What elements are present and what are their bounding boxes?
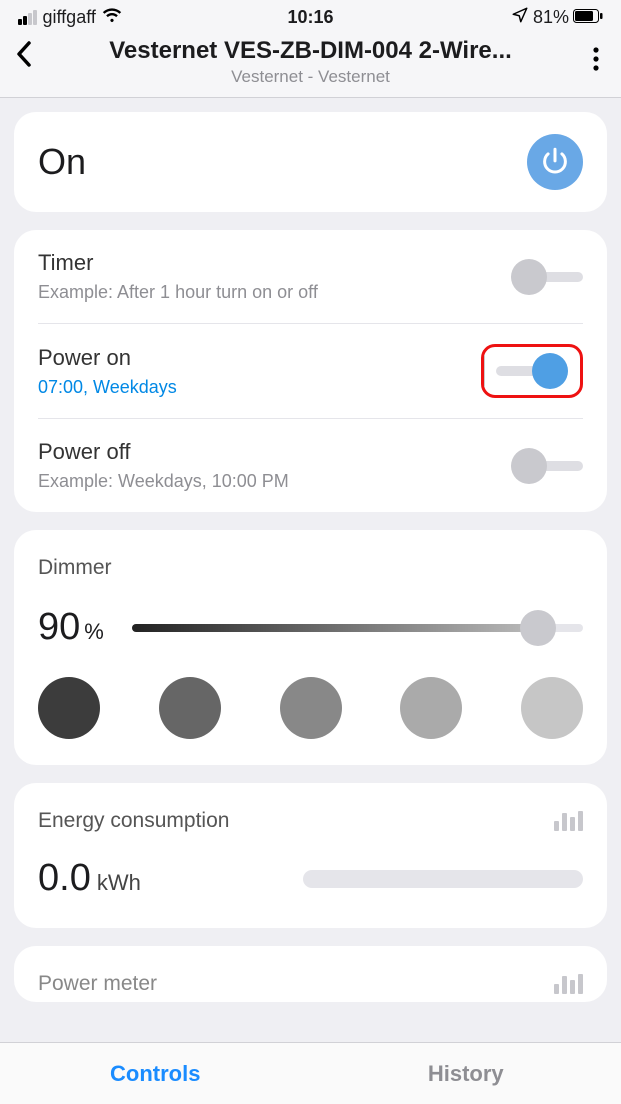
power-off-row[interactable]: Power off Example: Weekdays, 10:00 PM [38,419,583,512]
chart-icon[interactable] [554,811,583,831]
tab-controls[interactable]: Controls [0,1043,311,1104]
carrier-label: giffgaff [43,7,96,28]
power-off-subtitle: Example: Weekdays, 10:00 PM [38,471,289,492]
clock-label: 10:16 [287,7,333,28]
power-off-toggle[interactable] [511,448,583,484]
shade-5[interactable] [521,677,583,739]
back-button[interactable] [14,39,34,74]
power-on-toggle[interactable] [496,353,568,389]
shade-3[interactable] [280,677,342,739]
tab-bar: Controls History [0,1042,621,1104]
timer-row[interactable]: Timer Example: After 1 hour turn on or o… [38,230,583,324]
shade-1[interactable] [38,677,100,739]
power-on-title: Power on [38,345,177,371]
battery-label: 81% [533,7,569,28]
tab-history[interactable]: History [311,1043,621,1104]
energy-value: 0.0 kWh [38,857,141,900]
energy-card: Energy consumption 0.0 kWh [14,783,607,928]
dimmer-value: 90 % [38,606,104,649]
dimmer-title: Dimmer [38,556,583,580]
energy-bar [303,870,583,888]
nav-header: Vesternet VES-ZB-DIM-004 2-Wire... Veste… [0,33,621,98]
location-icon [511,6,529,29]
dimmer-card: Dimmer 90 % [14,530,607,765]
page-title: Vesternet VES-ZB-DIM-004 2-Wire... [18,37,603,65]
status-bar: giffgaff 10:16 81% [0,0,621,33]
power-meter-title: Power meter [38,972,157,996]
page-subtitle: Vesternet - Vesternet [18,67,603,87]
battery-icon [573,7,603,28]
dimmer-presets [38,677,583,739]
state-card: On [14,112,607,212]
shade-4[interactable] [400,677,462,739]
slider-thumb[interactable] [520,610,556,646]
timer-subtitle: Example: After 1 hour turn on or off [38,282,318,303]
highlight-box [481,344,583,398]
timer-title: Timer [38,250,318,276]
chart-icon[interactable] [554,974,583,994]
wifi-icon [102,7,122,28]
more-button[interactable] [593,47,599,76]
shade-2[interactable] [159,677,221,739]
power-button[interactable] [527,134,583,190]
power-off-title: Power off [38,439,289,465]
power-on-subtitle: 07:00, Weekdays [38,377,177,398]
signal-icon [18,10,37,25]
power-meter-card: Power meter [14,946,607,1002]
schedule-card: Timer Example: After 1 hour turn on or o… [14,230,607,512]
power-on-row[interactable]: Power on 07:00, Weekdays [38,324,583,419]
energy-title: Energy consumption [38,809,229,833]
timer-toggle[interactable] [511,259,583,295]
state-label: On [38,141,86,183]
dimmer-slider[interactable] [132,610,583,646]
